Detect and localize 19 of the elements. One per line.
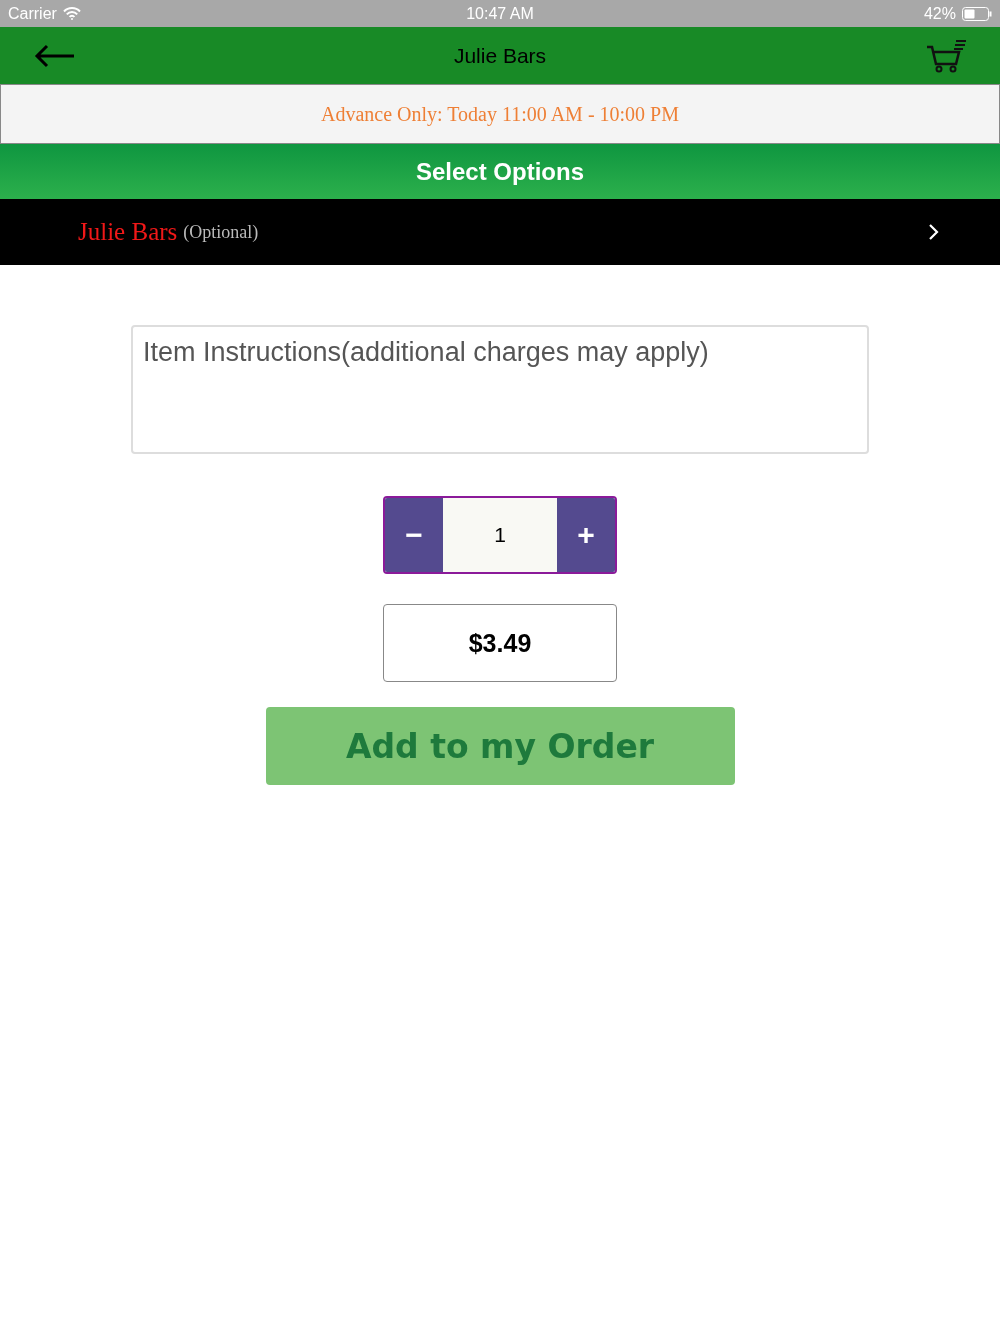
battery-percent: 42% <box>923 4 956 23</box>
decrement-button[interactable]: − <box>385 498 443 572</box>
section-title: Select Options <box>415 157 584 186</box>
cart-icon[interactable] <box>926 38 968 73</box>
option-row[interactable]: Julie Bars (Optional) <box>0 199 1000 265</box>
price-value: $3.49 <box>468 628 532 658</box>
increment-button[interactable]: + <box>557 498 615 572</box>
instructions-field[interactable]: Item Instructions(additional charges may apply) <box>131 325 869 454</box>
nav-title: Julie Bars <box>453 43 547 68</box>
battery-icon <box>962 6 992 21</box>
back-arrow-icon[interactable] <box>34 43 76 68</box>
option-name: Julie Bars <box>78 218 178 246</box>
option-note: (Optional) <box>183 221 259 243</box>
wifi-icon <box>62 7 81 20</box>
status-time: 10:47 AM <box>466 4 534 23</box>
hours-notice: Advance Only: Today 11:00 AM - 10:00 PM <box>321 102 679 126</box>
carrier-label: Carrier <box>8 4 57 23</box>
quantity-value: 1 <box>443 498 557 572</box>
chevron-icon <box>928 223 940 241</box>
